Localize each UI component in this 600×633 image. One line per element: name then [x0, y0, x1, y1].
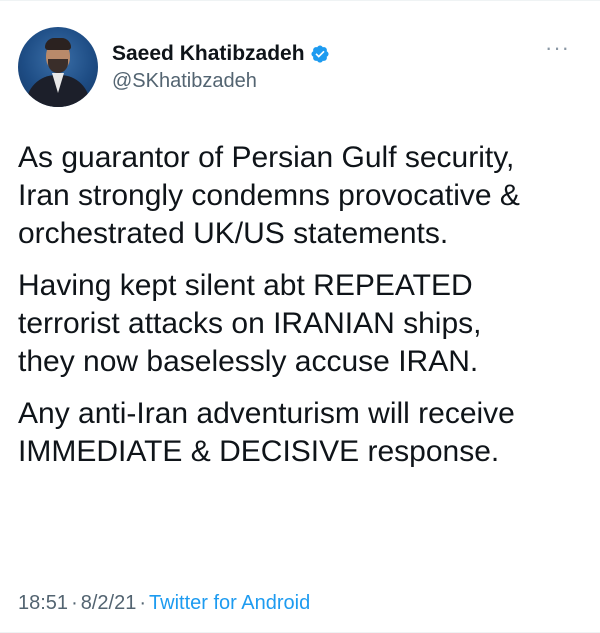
tweet-metadata: 18:51 · 8/2/21 · Twitter for Android [18, 592, 310, 615]
tweet-date[interactable]: 8/2/21 [81, 592, 137, 614]
tweet-paragraph: As guarantor of Persian Gulf security, I… [18, 141, 520, 250]
author-names: Saeed Khatibzadeh @SKhatibzadeh [112, 42, 330, 93]
tweet-header: Saeed Khatibzadeh @SKhatibzadeh [18, 27, 330, 107]
tweet-paragraph: Having kept silent abt REPEATED terroris… [18, 269, 482, 378]
more-options-icon[interactable]: ··· [545, 37, 570, 59]
verified-badge-icon [310, 44, 330, 64]
meta-separator: · [71, 592, 78, 614]
tweet-card: Saeed Khatibzadeh @SKhatibzadeh ··· As g… [0, 0, 600, 633]
name-row: Saeed Khatibzadeh [112, 42, 330, 66]
avatar[interactable] [18, 27, 98, 107]
author-display-name[interactable]: Saeed Khatibzadeh [112, 42, 305, 66]
tweet-text: As guarantor of Persian Gulf security, I… [18, 139, 588, 485]
tweet-time[interactable]: 18:51 [18, 592, 68, 614]
meta-separator: · [139, 592, 147, 614]
tweet-paragraph: Any anti-Iran adventurism will receive I… [18, 397, 515, 468]
tweet-source-link[interactable]: Twitter for Android [149, 592, 310, 614]
author-handle[interactable]: @SKhatibzadeh [112, 70, 330, 93]
